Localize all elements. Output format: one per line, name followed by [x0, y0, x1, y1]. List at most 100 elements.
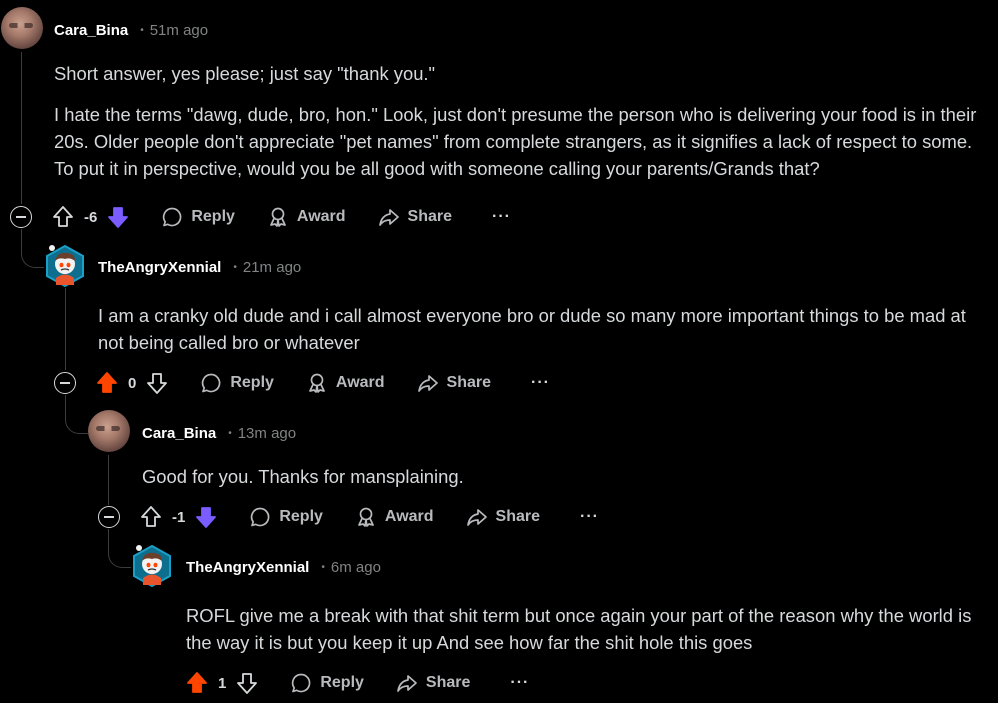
- award-button[interactable]: Award: [267, 206, 346, 228]
- username[interactable]: Cara_Bina: [142, 425, 216, 442]
- share-button[interactable]: Share: [466, 506, 540, 528]
- username[interactable]: TheAngryXennial: [186, 559, 309, 576]
- upvote-button[interactable]: [140, 505, 162, 529]
- separator-dot: •: [228, 427, 232, 439]
- snoo-avatar-icon: [133, 544, 171, 588]
- comment-body: Good for you. Thanks for mansplaining.: [142, 463, 982, 490]
- upvote-icon: [97, 372, 117, 393]
- comment-icon: [202, 373, 221, 393]
- comment-actions: -6 Reply Award Share ···: [10, 202, 511, 232]
- vote-score: 1: [218, 674, 227, 692]
- downvote-button[interactable]: [195, 505, 217, 529]
- comment-header: Cara_Bina • 13m ago: [142, 423, 296, 443]
- comment-paragraph: Good for you. Thanks for mansplaining.: [142, 466, 464, 487]
- comment-actions: 1 Reply Share ···: [186, 668, 529, 698]
- vote-controls: 1: [186, 671, 258, 695]
- thread-line: [108, 455, 109, 505]
- comment-body: I am a cranky old dude and i call almost…: [98, 302, 990, 356]
- more-options-button[interactable]: ···: [492, 208, 511, 226]
- thread-branch: [108, 529, 131, 568]
- reply-button[interactable]: Reply: [161, 206, 235, 228]
- upvote-button[interactable]: [186, 671, 208, 695]
- reply-button[interactable]: Reply: [200, 372, 274, 394]
- comment-icon: [251, 507, 270, 527]
- comment-paragraph: I hate the terms "dawg, dude, bro, hon."…: [54, 104, 977, 179]
- collapse-button[interactable]: [54, 372, 76, 394]
- more-options-button[interactable]: ···: [580, 508, 599, 526]
- award-label: Award: [384, 508, 434, 525]
- thread-line: [21, 52, 22, 204]
- share-icon: [417, 375, 438, 392]
- share-label: Share: [425, 674, 471, 691]
- reply-label: Reply: [279, 508, 323, 525]
- upvote-icon: [53, 206, 73, 227]
- vote-controls: 0: [96, 371, 168, 395]
- share-label: Share: [446, 374, 491, 391]
- share-button[interactable]: Share: [417, 372, 491, 394]
- share-icon: [466, 509, 487, 526]
- vote-score: 0: [128, 374, 137, 392]
- award-label: Award: [296, 208, 346, 225]
- award-button[interactable]: Award: [355, 506, 434, 528]
- comment-header: Cara_Bina • 51m ago: [54, 20, 208, 40]
- downvote-icon: [196, 507, 217, 528]
- downvote-icon: [237, 673, 258, 694]
- avatar[interactable]: [1, 7, 43, 49]
- award-icon: [358, 507, 374, 527]
- timestamp[interactable]: 13m ago: [238, 425, 296, 442]
- comment-icon: [163, 207, 182, 227]
- upvote-button[interactable]: [96, 371, 118, 395]
- share-button[interactable]: Share: [378, 206, 452, 228]
- thread-branch: [21, 229, 44, 268]
- comment-actions: 0 Reply Award Share ···: [54, 368, 550, 398]
- more-options-button[interactable]: ···: [510, 674, 529, 692]
- comment-icon: [292, 673, 311, 693]
- comment-paragraph: I am a cranky old dude and i call almost…: [98, 305, 966, 353]
- downvote-icon: [147, 373, 168, 394]
- collapse-button[interactable]: [98, 506, 120, 528]
- award-label: Award: [335, 374, 385, 391]
- share-icon: [397, 675, 417, 692]
- reply-label: Reply: [230, 374, 274, 391]
- award-icon: [309, 373, 325, 393]
- separator-dot: •: [140, 24, 144, 36]
- avatar[interactable]: [88, 410, 130, 452]
- comment-header: TheAngryXennial • 6m ago: [186, 557, 381, 577]
- share-label: Share: [407, 208, 452, 225]
- more-options-button[interactable]: ···: [531, 374, 550, 392]
- share-icon: [378, 209, 399, 226]
- vote-controls: -1: [140, 505, 217, 529]
- username[interactable]: Cara_Bina: [54, 22, 128, 39]
- timestamp[interactable]: 51m ago: [150, 22, 208, 39]
- timestamp[interactable]: 6m ago: [331, 559, 381, 576]
- share-label: Share: [495, 508, 540, 525]
- separator-dot: •: [321, 561, 325, 573]
- downvote-button[interactable]: [146, 371, 168, 395]
- award-button[interactable]: Award: [306, 372, 385, 394]
- reply-button[interactable]: Reply: [249, 506, 323, 528]
- avatar[interactable]: [44, 244, 84, 288]
- vote-score: -6: [84, 208, 98, 226]
- share-button[interactable]: Share: [396, 672, 470, 694]
- comment-body: Short answer, yes please; just say "than…: [54, 60, 984, 182]
- upvote-icon: [187, 672, 207, 693]
- comment-paragraph: ROFL give me a break with that shit term…: [186, 605, 972, 653]
- upvote-icon: [141, 506, 161, 527]
- collapse-button[interactable]: [10, 206, 32, 228]
- comment-actions: -1 Reply Award Share ···: [98, 502, 599, 532]
- username[interactable]: TheAngryXennial: [98, 259, 221, 276]
- comment-paragraph: Short answer, yes please; just say "than…: [54, 63, 436, 84]
- reply-button[interactable]: Reply: [290, 672, 364, 694]
- downvote-button[interactable]: [107, 205, 129, 229]
- downvote-icon: [108, 207, 129, 228]
- reply-label: Reply: [320, 674, 364, 691]
- vote-score: -1: [172, 508, 186, 526]
- avatar[interactable]: [131, 544, 171, 588]
- timestamp[interactable]: 21m ago: [243, 259, 301, 276]
- comment-thread: Cara_Bina • 51m ago Short answer, yes pl…: [0, 0, 998, 703]
- upvote-button[interactable]: [52, 205, 74, 229]
- reply-label: Reply: [191, 208, 235, 225]
- separator-dot: •: [233, 261, 237, 273]
- downvote-button[interactable]: [236, 671, 258, 695]
- comment-body: ROFL give me a break with that shit term…: [186, 602, 990, 656]
